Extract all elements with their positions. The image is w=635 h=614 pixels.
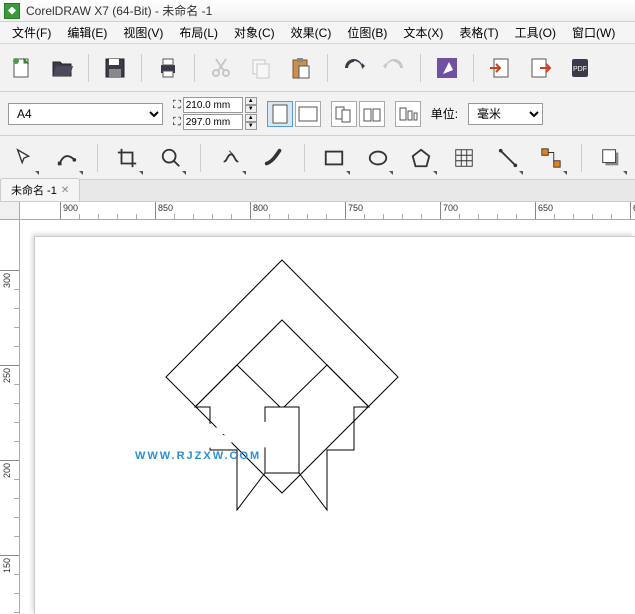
separator [473,54,474,82]
separator [194,54,195,82]
property-bar: A4 ⛶ ▲▼ ⛶ ▲▼ 单位: 毫米 [0,92,635,136]
crop-tool[interactable] [114,143,141,173]
freehand-tool[interactable] [217,143,244,173]
rectangle-tool[interactable] [321,143,348,173]
export-button[interactable] [526,54,554,82]
tab-label: 未命名 -1 [11,182,57,198]
toolbox [0,136,635,180]
menubar: 文件(F) 编辑(E) 视图(V) 布局(L) 对象(C) 效果(C) 位图(B… [0,22,635,44]
separator [141,54,142,82]
watermark: 软件自学网 WWW.RJZXW.COM [135,415,270,462]
window-title: CorelDRAW X7 (64-Bit) - 未命名 -1 [26,2,212,19]
tab-close-icon[interactable]: ✕ [61,185,69,196]
width-spinner[interactable]: ▲▼ [245,97,257,113]
height-spinner[interactable]: ▲▼ [245,114,257,130]
menu-text[interactable]: 文本(X) [395,22,451,43]
import-button[interactable] [486,54,514,82]
current-page-button[interactable] [359,101,385,127]
document-tab[interactable]: 未命名 -1 ✕ [0,178,80,201]
height-icon: ⛶ [173,116,181,129]
redo-button [380,54,408,82]
save-button[interactable] [101,54,129,82]
publish-pdf-button[interactable]: PDF [566,54,594,82]
menu-window[interactable]: 窗口(W) [564,22,623,43]
pick-tool[interactable] [10,143,37,173]
menu-object[interactable]: 对象(C) [226,22,283,43]
horizontal-ruler[interactable]: 900850800750700650600 [20,202,635,220]
watermark-title: 软件自学网 [135,415,270,452]
width-icon: ⛶ [173,99,181,112]
polygon-tool[interactable] [407,143,434,173]
shape-tool[interactable] [53,143,80,173]
menu-effect[interactable]: 效果(C) [283,22,340,43]
portrait-button[interactable] [267,101,293,127]
ellipse-tool[interactable] [364,143,391,173]
menu-view[interactable]: 视图(V) [115,22,171,43]
all-pages-button[interactable] [331,101,357,127]
zoom-tool[interactable] [157,143,184,173]
watermark-url: WWW.RJZXW.COM [135,450,270,462]
separator [581,144,582,172]
cut-button [207,54,235,82]
connector-tool[interactable] [537,143,564,173]
menu-edit[interactable]: 编辑(E) [59,22,115,43]
menu-bitmap[interactable]: 位图(B) [339,22,395,43]
print-button[interactable] [154,54,182,82]
menu-file[interactable]: 文件(F) [4,22,59,43]
menu-table[interactable]: 表格(T) [451,22,506,43]
separator [420,54,421,82]
titlebar: CorelDRAW X7 (64-Bit) - 未命名 -1 [0,0,635,22]
separator [304,144,305,172]
separator [200,144,201,172]
ruler-corner[interactable] [0,202,20,220]
dimension-tool[interactable] [494,143,521,173]
new-button[interactable] [8,54,36,82]
canvas[interactable]: 软件自学网 WWW.RJZXW.COM [20,220,635,614]
svg-text:PDF: PDF [573,66,587,73]
separator [327,54,328,82]
graph-paper-tool[interactable] [451,143,478,173]
app-logo-icon [4,3,20,19]
unit-label: 单位: [431,105,458,122]
paste-button[interactable] [287,54,315,82]
page-size-select[interactable]: A4 [8,103,163,125]
page-dimensions: ⛶ ▲▼ ⛶ ▲▼ [173,97,257,130]
menu-tools[interactable]: 工具(O) [507,22,564,43]
unit-select[interactable]: 毫米 [468,103,543,125]
standard-toolbar: PDF [0,44,635,92]
drawing-content [20,220,635,614]
landscape-button[interactable] [295,101,321,127]
undo-button[interactable] [340,54,368,82]
page-width-input[interactable] [183,97,243,113]
search-content-button[interactable] [433,54,461,82]
vertical-ruler[interactable]: 300250200150100 [0,220,20,614]
menu-layout[interactable]: 布局(L) [171,22,226,43]
document-tabs: 未命名 -1 ✕ [0,180,635,202]
drop-shadow-tool[interactable] [598,143,625,173]
workspace: 900850800750700650600 300250200150100 软件… [0,202,635,614]
artistic-media-tool[interactable] [260,143,287,173]
page-layout-button[interactable] [395,101,421,127]
open-button[interactable] [48,54,76,82]
separator [97,144,98,172]
page-height-input[interactable] [183,114,243,130]
separator [88,54,89,82]
copy-button [247,54,275,82]
